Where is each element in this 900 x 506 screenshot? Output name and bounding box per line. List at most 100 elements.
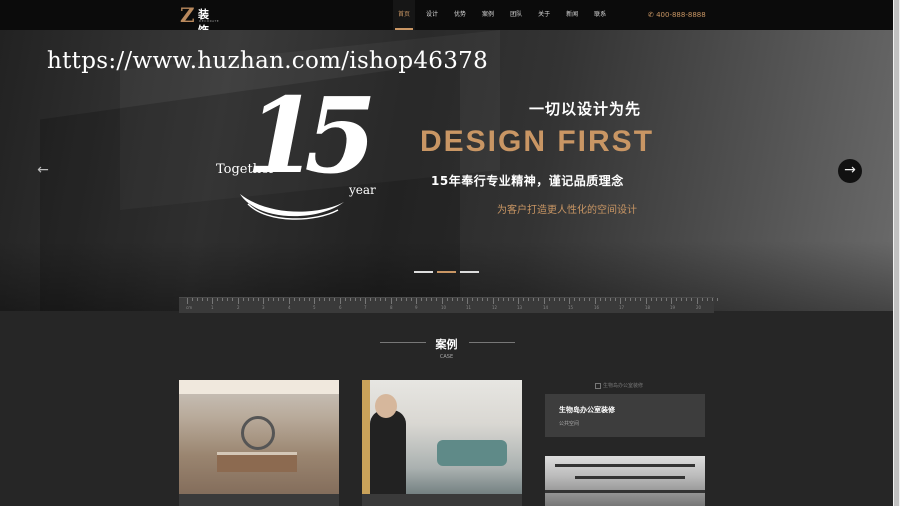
section-subtitle-cases: CASE — [439, 354, 454, 360]
ruler-minor-tick — [559, 298, 560, 301]
ruler-tick — [340, 298, 341, 304]
ruler-minor-tick — [355, 298, 356, 301]
ruler-minor-tick — [717, 298, 718, 301]
ruler-minor-tick — [554, 298, 555, 301]
ruler-tick-label: 3 — [262, 305, 265, 310]
ruler-tick-label: 13 — [517, 305, 523, 310]
ruler-minor-tick — [549, 298, 550, 301]
next-slide-arrow-icon[interactable]: → — [838, 159, 862, 183]
ruler-minor-tick — [462, 298, 463, 301]
ruler-minor-tick — [304, 298, 305, 301]
ruler-minor-tick — [605, 298, 606, 301]
page-scrollbar[interactable] — [893, 0, 900, 506]
ruler-minor-tick — [589, 298, 590, 301]
ruler-minor-tick — [273, 298, 274, 301]
ruler-minor-tick — [681, 298, 682, 301]
ruler-minor-tick — [676, 298, 677, 301]
section-title-cases: 案例 — [435, 338, 458, 351]
ruler-minor-tick — [309, 298, 310, 301]
ruler-minor-tick — [656, 298, 657, 301]
case-title: 生物岛办公室装修 — [559, 406, 615, 414]
ruler-minor-tick — [243, 298, 244, 301]
ruler-minor-tick — [477, 298, 478, 301]
ruler-minor-tick — [630, 298, 631, 301]
ruler-minor-tick — [350, 298, 351, 301]
ruler-tick-label: 10 — [441, 305, 447, 310]
case-card-image-2[interactable] — [362, 380, 522, 506]
ruler-minor-tick — [380, 298, 381, 301]
ruler-tick — [671, 298, 672, 304]
menu-item-home[interactable]: 首页 — [393, 0, 416, 30]
ruler-minor-tick — [712, 298, 713, 301]
ruler-tick — [595, 298, 596, 304]
ruler-minor-tick — [345, 298, 346, 301]
ruler-minor-tick — [584, 298, 585, 301]
scrollbar-thumb[interactable] — [894, 0, 899, 506]
ruler-minor-tick — [227, 298, 228, 301]
ruler-minor-tick — [661, 298, 662, 301]
ruler-tick — [493, 298, 494, 304]
menu-item-design[interactable]: 设计 — [421, 0, 443, 30]
ruler-minor-tick — [487, 298, 488, 301]
ruler-minor-tick — [574, 298, 575, 301]
menu-item-contact[interactable]: 联系 — [589, 0, 611, 30]
menu-item-about[interactable]: 关于 — [533, 0, 555, 30]
broken-image-placeholder: 生物岛办公室装修 — [595, 382, 643, 389]
main-menu: 首页 设计 优势 案例 团队 关于 新闻 联系 — [393, 0, 617, 30]
ruler-minor-tick — [635, 298, 636, 301]
ruler-tick — [263, 298, 264, 304]
logo-subtitle: DECORATE — [199, 19, 220, 23]
ruler-minor-tick — [528, 298, 529, 301]
case-caption-bar — [179, 494, 339, 506]
slide-dot[interactable] — [414, 271, 433, 273]
ruler-tick-label: 7 — [364, 305, 367, 310]
menu-item-news[interactable]: 新闻 — [561, 0, 583, 30]
ruler-minor-tick — [401, 298, 402, 301]
ruler-minor-tick — [640, 298, 641, 301]
ruler-minor-tick — [396, 298, 397, 301]
ruler-tick — [212, 298, 213, 304]
swoosh-icon — [240, 194, 344, 220]
ruler-minor-tick — [192, 298, 193, 301]
ruler-minor-tick — [222, 298, 223, 301]
ruler-minor-tick — [508, 298, 509, 301]
slogan-subline: 为客户打造更人性化的空间设计 — [497, 205, 637, 216]
ruler-minor-tick — [564, 298, 565, 301]
slide-dot[interactable] — [460, 271, 479, 273]
ruler-minor-tick — [426, 298, 427, 301]
case-ceiling — [179, 380, 339, 394]
ruler-tick-label: 17 — [619, 305, 625, 310]
ceiling-beam — [555, 464, 695, 467]
ruler-tick — [314, 298, 315, 304]
logo-letter: Z — [180, 3, 195, 27]
case-sofa — [437, 440, 507, 466]
ruler-tick-label: 19 — [670, 305, 676, 310]
menu-item-cases[interactable]: 案例 — [477, 0, 499, 30]
ruler-minor-tick — [258, 298, 259, 301]
menu-item-team[interactable]: 团队 — [505, 0, 527, 30]
slogan-tagline: 15年奉行专业精神，谨记品质理念 — [431, 174, 624, 188]
ruler-minor-tick — [375, 298, 376, 301]
slide-dot-active[interactable] — [437, 271, 456, 273]
ruler-tick — [187, 298, 188, 304]
case-card-3[interactable]: 生物岛办公室装修 生物岛办公室装修 公共空间 — [545, 380, 705, 506]
menu-item-advantage[interactable]: 优势 — [449, 0, 471, 30]
hero-banner: https://www.huzhan.com/ishop46378 15 Tog… — [0, 30, 893, 311]
ruler-minor-tick — [651, 298, 652, 301]
slogan-cn: 一切以设计为先 — [529, 100, 642, 118]
ruler-minor-tick — [513, 298, 514, 301]
ruler-minor-tick — [498, 298, 499, 301]
phone-number[interactable]: ✆ 400-888-8888 — [648, 0, 706, 30]
ruler-minor-tick — [533, 298, 534, 301]
ruler-minor-tick — [334, 298, 335, 301]
case-card-image-3[interactable] — [545, 456, 705, 506]
ruler-minor-tick — [329, 298, 330, 301]
case-info-card[interactable]: 生物岛办公室装修 公共空间 — [545, 394, 705, 437]
prev-slide-arrow-icon[interactable]: ← — [31, 159, 55, 183]
ruler-tick — [620, 298, 621, 304]
case-reception-desk — [217, 452, 297, 472]
slide-pagination — [414, 271, 483, 273]
ruler-tick-label: cm — [186, 305, 193, 310]
case-card-image-1[interactable] — [179, 380, 339, 506]
ruler-minor-tick — [232, 298, 233, 301]
